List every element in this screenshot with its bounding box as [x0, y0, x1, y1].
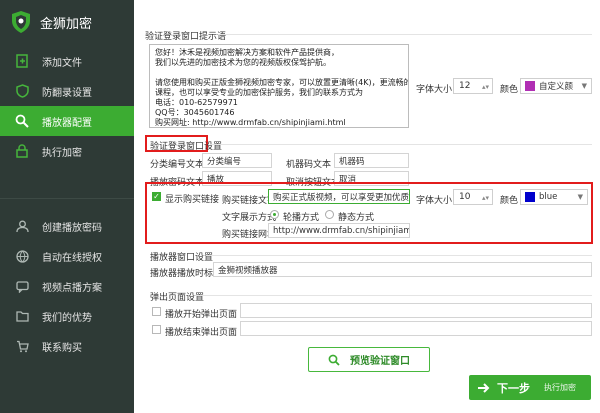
start-popup-label: 播放开始弹出页面 — [165, 310, 238, 320]
machine-code-input[interactable]: 机器码 — [334, 153, 409, 168]
next-step-button[interactable]: 下一步 执行加密 — [469, 375, 591, 400]
prompt-color-select[interactable]: 自定义颜 ▼ — [520, 78, 592, 94]
nav-label: 联系购买 — [42, 342, 82, 354]
preview-login-window-button[interactable]: 预览验证窗口 — [308, 347, 430, 372]
next-button-label: 下一步 — [497, 381, 530, 395]
lock-icon — [14, 143, 30, 159]
chat-icon — [14, 278, 30, 294]
folder-icon — [14, 308, 30, 324]
nav-label: 创建播放密码 — [42, 222, 102, 234]
font-size-label: 字体大小 — [416, 196, 453, 206]
search-icon — [328, 354, 340, 366]
globe-icon — [14, 248, 30, 264]
static-mode-label: 静态方式 — [338, 213, 375, 223]
prompt-line: 我们以先进的加密技术为您的视频版权保驾护航。 — [155, 58, 331, 67]
nav-advantages[interactable]: 我们的优势 — [0, 301, 134, 331]
document-plus-icon — [14, 53, 30, 69]
color-value: 自定义颜 — [539, 82, 574, 92]
spinner-arrows-icon[interactable]: ▴▾ — [482, 83, 489, 91]
nav-execute-encrypt[interactable]: 执行加密 — [0, 136, 134, 166]
category-label: 分类编号文本 — [150, 160, 205, 170]
player-window-title: 播放器窗口设置 — [150, 253, 214, 263]
nav-player-config[interactable]: 播放器配置 — [0, 106, 134, 136]
chevron-down-icon: ▼ — [581, 82, 587, 90]
nav-label: 播放器配置 — [42, 117, 92, 129]
prompt-section-title: 验证登录窗口提示语 — [145, 32, 227, 42]
purchase-color-select[interactable]: blue ▼ — [520, 189, 588, 205]
shield-icon — [14, 83, 30, 99]
prompt-line: 课程，也可以享受专业的加密保护服务，我们的联系方式为 — [155, 88, 363, 97]
machine-code-label: 机器码文本 — [286, 160, 332, 170]
purchase-font-size-spinner[interactable]: 10 ▴▾ — [453, 189, 493, 205]
chevron-down-icon: ▼ — [577, 193, 583, 201]
login-settings-title: 验证登录窗口设置 — [150, 142, 223, 152]
roll-mode-radio[interactable] — [270, 210, 279, 219]
color-swatch — [525, 192, 535, 202]
category-input[interactable]: 分类编号 — [202, 153, 272, 168]
display-mode-label: 文字展示方式 — [222, 213, 277, 223]
static-mode-radio[interactable] — [325, 210, 334, 219]
section-divider — [196, 295, 592, 296]
prompt-line: 电话：010-62579971 — [155, 98, 238, 107]
show-purchase-checkbox[interactable]: ✓ — [152, 192, 161, 201]
prompt-line — [155, 68, 403, 78]
start-popup-url-input[interactable] — [240, 303, 592, 318]
nav-label: 自动在线授权 — [42, 252, 102, 264]
popup-section-title: 弹出页面设置 — [150, 293, 205, 303]
sidebar: 金狮加密 添加文件 防翻录设置 播放器配置 执行加密 创建播放密码 自动在线授权… — [0, 0, 134, 413]
player-title-label: 播放器播放时标题 — [150, 269, 223, 279]
prompt-line: 您好！沐禾是视频加密解决方案和软件产品提供商， — [155, 48, 339, 57]
user-icon — [14, 218, 30, 234]
brand: 金狮加密 — [0, 0, 134, 44]
shield-logo-icon — [12, 11, 30, 33]
section-divider — [206, 255, 592, 256]
nav-label: 添加文件 — [42, 57, 82, 69]
nav-create-password[interactable]: 创建播放密码 — [0, 211, 134, 241]
nav-contact-buy[interactable]: 联系购买 — [0, 331, 134, 361]
nav-vod-plan[interactable]: 视频点播方案 — [0, 271, 134, 301]
nav-label: 我们的优势 — [42, 312, 92, 324]
font-size-value: 10 — [459, 192, 471, 202]
player-title-input[interactable]: 金狮视频播放器 — [213, 262, 592, 277]
nav-anti-record[interactable]: 防翻录设置 — [0, 76, 134, 106]
prompt-font-size-spinner[interactable]: 12 ▴▾ — [453, 78, 493, 94]
color-value: blue — [539, 192, 558, 202]
show-purchase-label: 显示购买链接 — [165, 195, 220, 205]
roll-mode-label: 轮播方式 — [283, 213, 320, 223]
next-button-sublabel: 执行加密 — [544, 383, 576, 392]
prompt-line: QQ号：3045601746 — [155, 108, 235, 117]
font-size-value: 12 — [459, 81, 471, 91]
end-popup-url-input[interactable] — [240, 321, 592, 336]
nav-label: 执行加密 — [42, 147, 82, 159]
purchase-url-input[interactable]: http://www.drmfab.cn/shipinjiami/ — [268, 223, 410, 238]
cart-icon — [14, 338, 30, 354]
prompt-line: 请您使用和购买正版金狮视频加密专家，可以放置更清晰(4K)，更流畅的视频 — [155, 78, 409, 87]
color-label: 颜色 — [500, 196, 519, 206]
spinner-arrows-icon[interactable]: ▴▾ — [482, 194, 489, 202]
prompt-line: 购买网址: http://www.drmfab.cn/shipinjiami.h… — [155, 118, 346, 127]
preview-button-label: 预览验证窗口 — [350, 356, 410, 367]
section-divider — [218, 34, 592, 35]
app-name: 金狮加密 — [40, 16, 93, 32]
start-popup-checkbox[interactable] — [152, 307, 161, 316]
nav-label: 防翻录设置 — [42, 87, 92, 99]
font-size-label: 字体大小 — [416, 85, 453, 95]
prompt-textarea[interactable]: 您好！沐禾是视频加密解决方案和软件产品提供商， 我们以先进的加密技术为您的视频版… — [149, 44, 409, 128]
nav-online-auth[interactable]: 自动在线授权 — [0, 241, 134, 271]
search-icon — [14, 113, 30, 129]
nav-divider — [0, 198, 134, 199]
color-label: 颜色 — [500, 85, 519, 95]
end-popup-checkbox[interactable] — [152, 325, 161, 334]
color-swatch — [525, 81, 535, 91]
section-divider — [210, 144, 592, 145]
end-popup-label: 播放结束弹出页面 — [165, 328, 238, 338]
link-text-input[interactable]: 购买正式版视频，可以享受更加优质的播放 — [268, 189, 410, 204]
arrow-right-icon — [478, 382, 490, 393]
nav-add-files[interactable]: 添加文件 — [0, 46, 134, 76]
nav-label: 视频点播方案 — [42, 282, 102, 294]
